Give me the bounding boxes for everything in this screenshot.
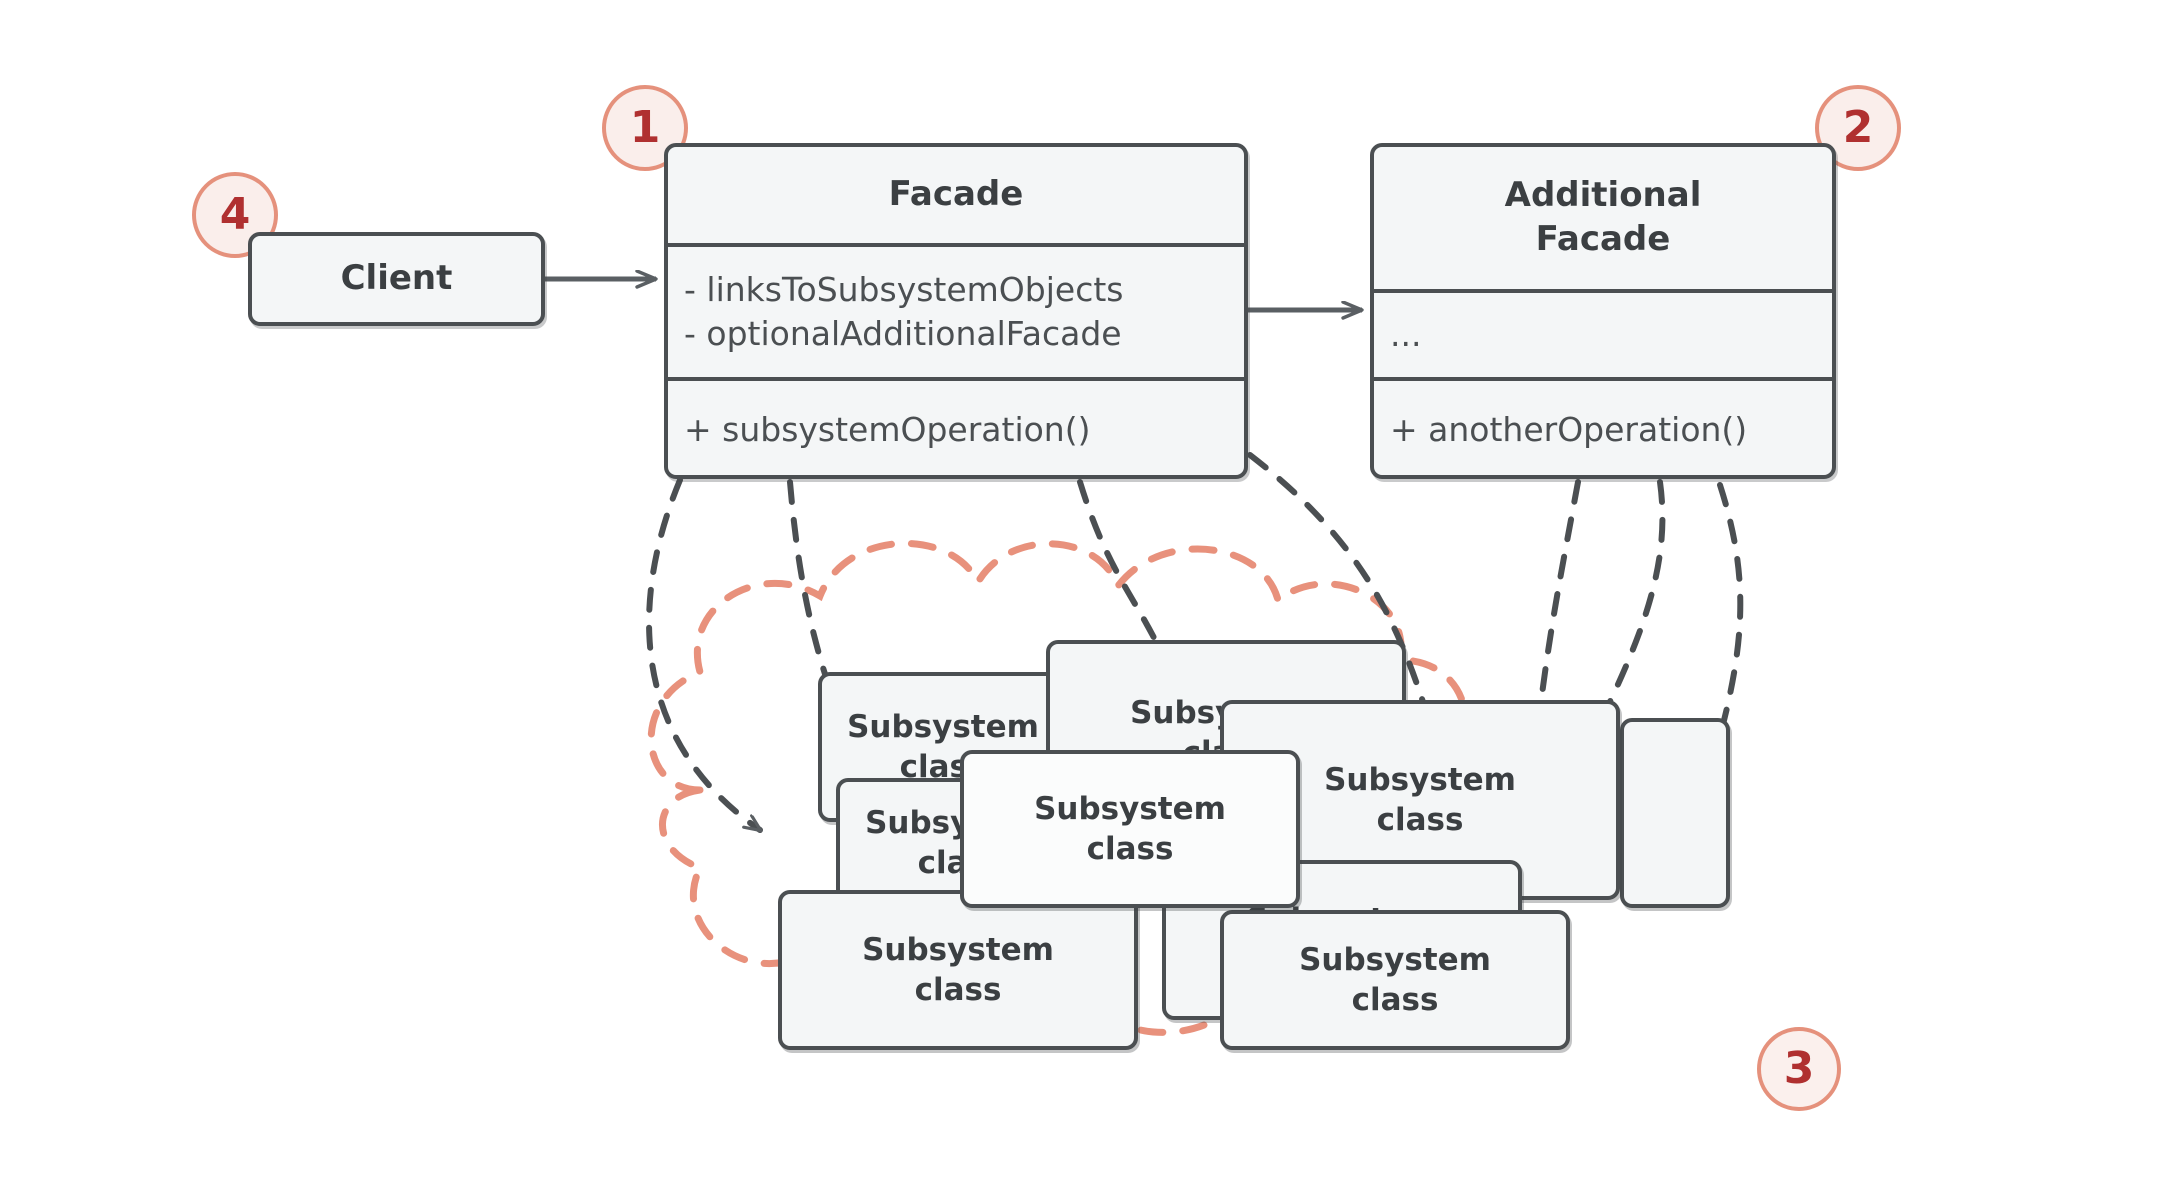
subsystem-class-box[interactable]: Subsystem class [960,750,1300,908]
facade-title: Facade [888,174,1024,215]
subsystem-class-line-1: Subsystem [1299,941,1491,978]
additional-facade-attributes-section: ... [1374,293,1832,381]
marker-3-label: 3 [1783,1043,1815,1094]
additional-facade-title-line-2: Facade [1535,219,1671,259]
facade-operation-1: + subsystemOperation() [684,410,1091,450]
additional-facade-attribute-1: ... [1390,315,1422,355]
marker-3: 3 [1757,1027,1841,1111]
client-box[interactable]: Client [248,232,545,326]
diagram-canvas: 4 Client 1 Facade - linksToSubsystemObje… [0,0,2172,1204]
facade-title-section: Facade [668,147,1244,247]
subsystem-class-line-1: Subsystem [1034,790,1226,827]
facade-attribute-1: - linksToSubsystemObjects [684,270,1124,310]
additional-facade-operations-section: + anotherOperation() [1374,381,1832,479]
subsystem-class-label: Subsystem class [862,930,1054,1011]
additional-facade-title-section: Additional Facade [1374,147,1832,293]
additional-facade-title-line-1: Additional [1504,175,1702,216]
client-title: Client [340,258,453,299]
subsystem-class-box[interactable] [1620,718,1730,908]
marker-2-label: 2 [1842,102,1874,153]
subsystem-class-label: Subsystem class [1324,760,1516,841]
subsystem-class-line-1: Subsystem [847,708,1039,745]
marker-4-label: 4 [219,189,251,240]
facade-box[interactable]: Facade - linksToSubsystemObjects - optio… [664,143,1248,479]
subsystem-class-box[interactable]: Subsystem class [1220,910,1570,1050]
subsystem-class-label: Subsystem class [1299,940,1491,1021]
marker-1-label: 1 [629,102,661,153]
facade-attributes-section: - linksToSubsystemObjects - optionalAddi… [668,247,1244,381]
facade-operations-section: + subsystemOperation() [668,381,1244,479]
additional-facade-operation-1: + anotherOperation() [1390,410,1748,450]
subsystem-class-line-2: class [914,972,1002,1008]
facade-attribute-2: - optionalAdditionalFacade [684,314,1122,353]
subsystem-class-line-1: Subsystem [862,931,1054,968]
subsystem-class-line-2: class [1351,982,1439,1018]
subsystem-class-label: Subsystem class [1034,789,1226,870]
client-title-section: Client [252,236,541,322]
subsystem-class-line-2: class [1376,802,1464,838]
subsystem-class-line-1: Subsystem [1324,761,1516,798]
additional-facade-box[interactable]: Additional Facade ... + anotherOperation… [1370,143,1836,479]
subsystem-class-line-2: class [1086,831,1174,867]
subsystem-class-box[interactable]: Subsystem class [778,890,1138,1050]
